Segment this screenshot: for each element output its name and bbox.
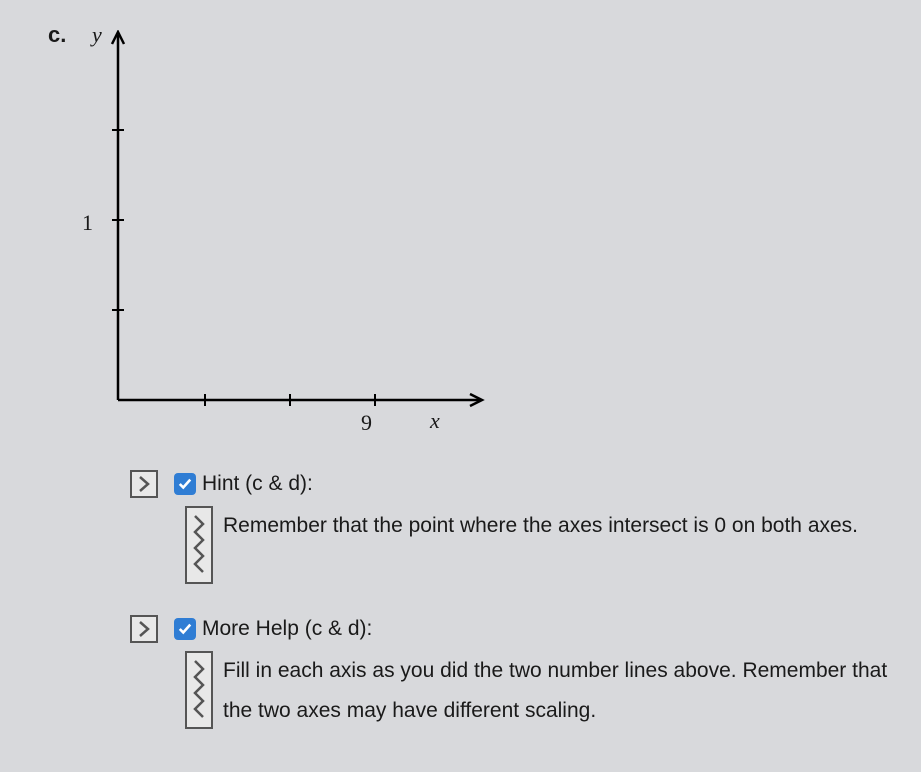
- more-help-checkbox[interactable]: [174, 618, 196, 640]
- more-help-section: More Help (c & d): Fill in each axis as …: [130, 615, 890, 731]
- collapse-hint-button[interactable]: [185, 506, 213, 584]
- more-help-text: Fill in each axis as you did the two num…: [223, 651, 890, 731]
- chevron-right-icon: [137, 475, 151, 493]
- coordinate-axes-chart: [110, 30, 490, 410]
- zigzag-icon: [191, 514, 207, 576]
- hint-section: Hint (c & d): Remember that the point wh…: [130, 470, 890, 584]
- check-icon: [178, 622, 192, 636]
- check-icon: [178, 477, 192, 491]
- hint-text: Remember that the point where the axes i…: [223, 506, 858, 584]
- x-tick-label: 9: [361, 410, 372, 436]
- hint-title: Hint (c & d):: [202, 472, 313, 496]
- hint-checkbox[interactable]: [174, 473, 196, 495]
- question-label: c.: [48, 22, 66, 48]
- expand-hint-button[interactable]: [130, 470, 158, 498]
- zigzag-icon: [191, 659, 207, 721]
- y-tick-label: 1: [82, 210, 93, 236]
- y-axis-label: y: [92, 22, 102, 48]
- chevron-right-icon: [137, 620, 151, 638]
- collapse-more-help-button[interactable]: [185, 651, 213, 729]
- expand-more-help-button[interactable]: [130, 615, 158, 643]
- more-help-title: More Help (c & d):: [202, 617, 372, 641]
- x-axis-label: x: [430, 408, 440, 434]
